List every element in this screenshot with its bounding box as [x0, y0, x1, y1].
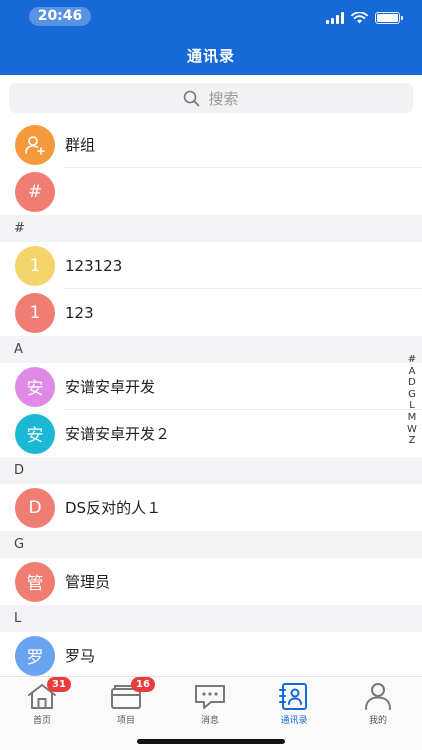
section-header-l: L: [0, 605, 422, 632]
cellular-signal-icon: [326, 12, 344, 24]
contact-name: 123123: [65, 256, 123, 275]
index-letter[interactable]: Z: [409, 435, 416, 447]
project-badge: 16: [131, 677, 155, 692]
profile-icon: [365, 683, 391, 710]
contact-row[interactable]: 1 123: [0, 289, 422, 336]
tab-profile-label: 我的: [368, 716, 387, 726]
section-header-g: G: [0, 531, 422, 558]
contact-avatar: 安: [15, 413, 55, 454]
tab-profile[interactable]: 我的: [336, 681, 420, 731]
contact-name: DS反对的人１: [65, 499, 162, 517]
tab-message-label: 消息: [200, 716, 219, 726]
group-avatar: [15, 124, 55, 165]
page-title: 通讯录: [186, 47, 235, 65]
tab-project[interactable]: 16 项目: [84, 677, 168, 731]
section-header-d: D: [0, 457, 422, 484]
search-icon: [184, 90, 200, 106]
battery-icon: [375, 12, 403, 24]
contact-row[interactable]: 1 123123: [0, 242, 422, 289]
search-input[interactable]: 搜索: [9, 83, 413, 113]
contact-name: 123: [65, 303, 94, 322]
home-indicator: [137, 739, 285, 744]
contact-avatar: 1: [15, 245, 55, 286]
section-header-hash: #: [0, 215, 422, 242]
contact-avatar: 安: [15, 366, 55, 407]
contact-row[interactable]: 管 管理员: [0, 558, 422, 605]
contact-row[interactable]: D DS反对的人１: [0, 484, 422, 531]
message-icon: [195, 685, 225, 709]
contact-name: 安谱安卓开发: [65, 378, 156, 396]
contact-name: 罗马: [65, 647, 96, 665]
contact-avatar: D: [15, 487, 55, 528]
home-badge: 31: [47, 677, 71, 692]
group-add-icon: [25, 135, 45, 155]
tab-contacts-label: 通讯录: [280, 716, 308, 726]
contact-name: 安谱安卓开发２: [65, 425, 171, 443]
hash-avatar: #: [15, 171, 55, 212]
tab-message[interactable]: 消息: [168, 681, 252, 731]
contact-list[interactable]: 群组 # # 1 123123 1 123 A 安 安谱安卓开发 安 安谱安卓开…: [0, 121, 422, 676]
index-letter[interactable]: #: [408, 354, 416, 366]
contacts-icon: [279, 683, 307, 710]
index-letter[interactable]: L: [409, 400, 415, 412]
tab-home-label: 首页: [32, 716, 51, 726]
index-letter[interactable]: M: [408, 412, 417, 424]
contact-name: 管理员: [65, 573, 111, 591]
hash-row[interactable]: #: [0, 168, 422, 215]
status-time: 20:46: [29, 7, 91, 26]
index-letter[interactable]: G: [408, 389, 416, 401]
index-letter[interactable]: W: [407, 424, 417, 436]
section-header-a: A: [0, 336, 422, 363]
status-bar: 20:46: [0, 0, 422, 34]
tab-contacts[interactable]: 通讯录: [252, 681, 336, 731]
contact-avatar: 罗: [15, 635, 55, 676]
contact-avatar: 管: [15, 561, 55, 602]
alphabet-index[interactable]: # A D G L M W Z: [406, 354, 418, 447]
wifi-icon: [351, 12, 368, 24]
tab-home[interactable]: 31 首页: [0, 677, 84, 731]
tab-project-label: 项目: [116, 716, 135, 726]
index-letter[interactable]: A: [409, 366, 416, 378]
header: 20:46 通讯录: [0, 0, 422, 75]
contact-avatar: 1: [15, 292, 55, 333]
index-letter[interactable]: D: [408, 377, 416, 389]
search-placeholder: 搜索: [208, 89, 239, 108]
status-icons: [326, 11, 403, 25]
search-bar: 搜索: [0, 75, 422, 121]
contact-row[interactable]: 罗 罗马: [0, 632, 422, 676]
group-label: 群组: [65, 136, 96, 154]
contact-row[interactable]: 安 安谱安卓开发: [0, 363, 422, 410]
contact-row[interactable]: 安 安谱安卓开发２: [0, 410, 422, 457]
group-row[interactable]: 群组: [0, 121, 422, 168]
